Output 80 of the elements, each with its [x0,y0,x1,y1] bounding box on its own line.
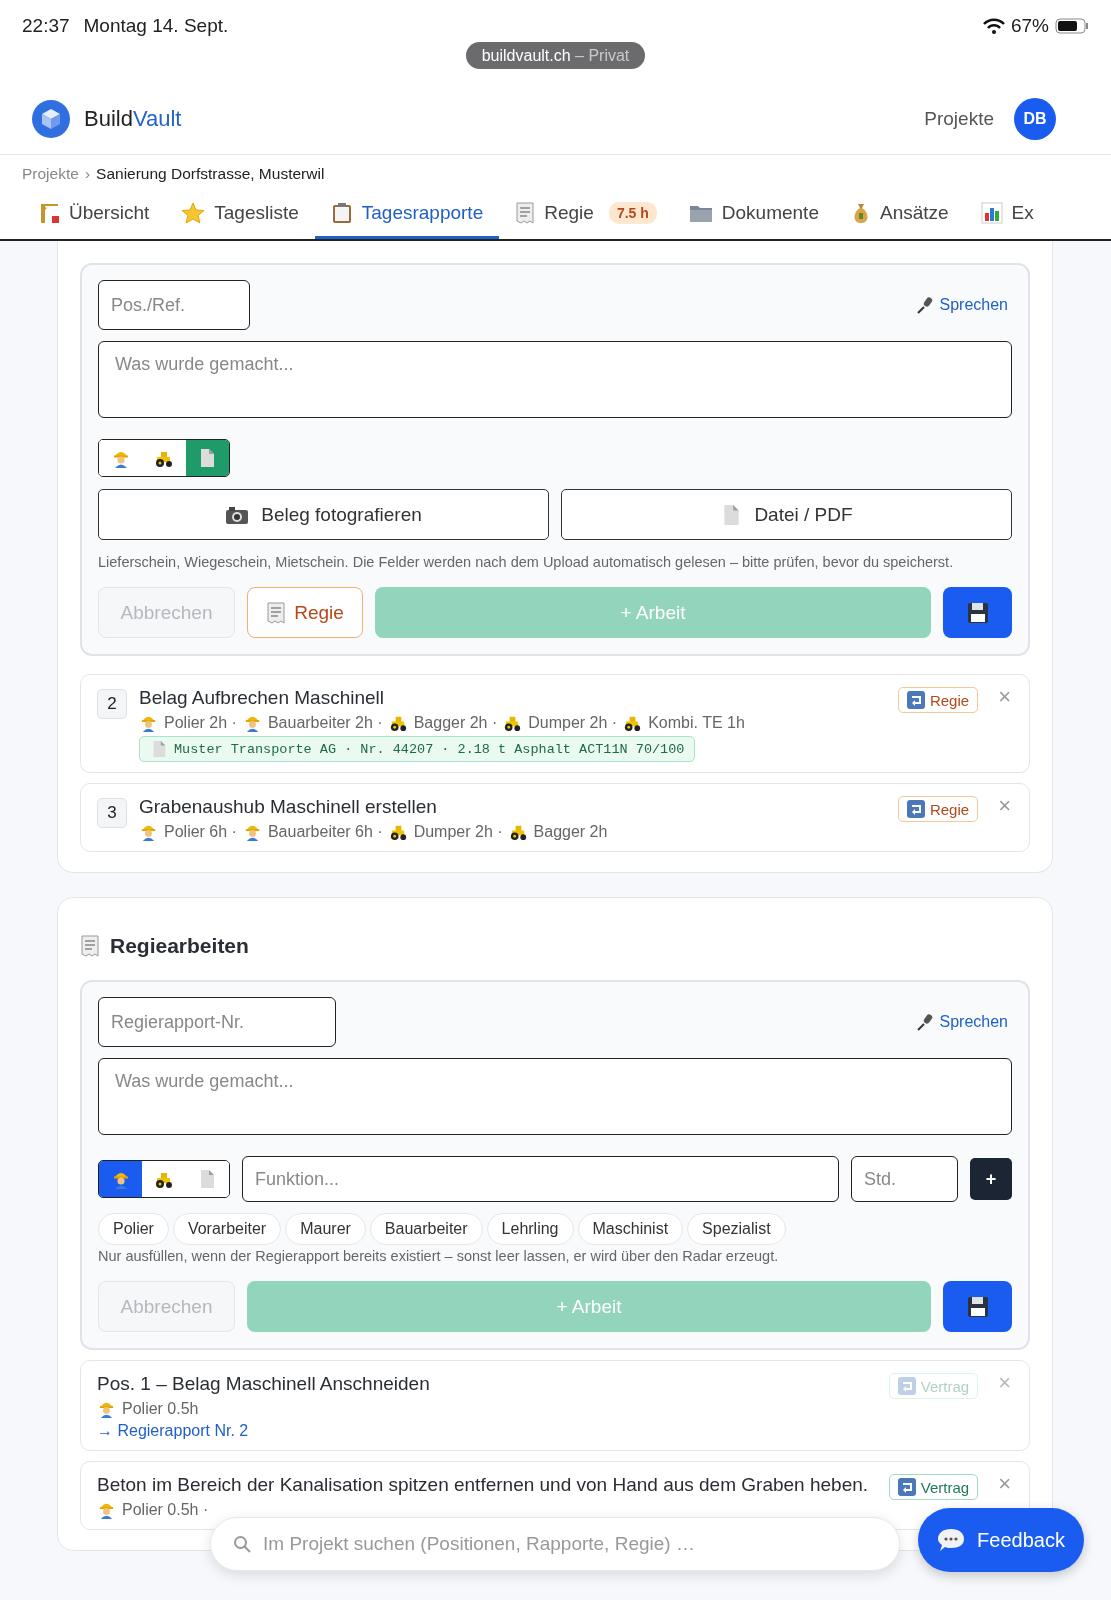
resource-text: Polier 0.5h · [122,1500,209,1519]
tab[interactable]: Ansätze [834,189,965,239]
receipt-icon [515,201,536,224]
section-title: Regiearbeiten [110,934,249,958]
entry-title: Grabenaushub Maschinell erstellen [139,796,438,818]
role-chip[interactable]: Maurer [285,1213,366,1245]
star-icon [181,201,206,224]
receipt-icon [266,601,287,624]
regie-toggle[interactable]: Regie [897,687,979,713]
receipt-icon [80,935,100,957]
regie-toggle[interactable]: Regie [897,796,979,822]
bar-chart-icon [980,201,1003,224]
tab[interactable]: Ex [964,189,1050,239]
tab[interactable]: Tagesliste [165,189,315,239]
entry-title: Beton im Bereich der Kanalisation spitzen entfernen und von Hand aus dem Graben heben. [97,1474,870,1496]
feedback-button[interactable]: Feedback [918,1508,1084,1572]
reference-field[interactable]: Regierapport-Nr. [98,997,336,1047]
description-field[interactable]: Was wurde gemacht... [98,341,1012,418]
mode-option[interactable] [142,440,186,476]
save-button[interactable] [943,1281,1012,1332]
resource-text: Dumper 2h · [528,713,618,732]
role-chip[interactable]: Bauarbeiter [369,1213,483,1245]
receipt-chip: Muster Transporte AG · Nr. 44207 · 2.18 t Asphalt ACT11N 70/100 [139,736,696,762]
file-button[interactable]: Datei / PDF [561,489,1012,540]
resource-text: Polier 6h · [164,822,237,841]
crane-icon [38,201,60,224]
position-number: 2 [97,689,127,719]
role-chip[interactable]: Spezialist [687,1213,786,1245]
function-field[interactable]: Funktion... [242,1156,839,1202]
entry-title: Pos. 1 – Belag Maschinell Anschneiden [97,1373,431,1395]
role-chip[interactable]: Polier [98,1213,169,1245]
microphone-icon [915,1013,934,1031]
tab[interactable]: Dokumente [672,189,835,239]
brand-name[interactable]: BuildVault [84,106,182,132]
add-button[interactable]: + [970,1158,1012,1200]
clock-time: 22:37 [22,15,70,37]
resource-text: Bauarbeiter 2h · [267,713,383,732]
mode-option[interactable] [142,1161,186,1197]
entry-title: Belag Aufbrechen Maschinell [139,687,386,709]
save-button[interactable] [943,587,1012,638]
reference-field[interactable]: Pos./Ref. [98,280,250,330]
date: Montag 14. Sept. [83,15,229,37]
hint-text: Lieferschein, Wiegeschein, Mietschein. Die Felder werden nach dem Upload automatisch gelesen – bitte prüfen, bevor du speicherst. [98,554,955,570]
tab[interactable]: Regie 7.5 h [499,189,673,239]
resource-text: Polier 2h · [164,713,237,732]
role-chip[interactable]: Vorarbeiter [172,1213,282,1245]
speak-link[interactable]: Sprechen [915,296,1008,314]
battery-icon [1055,18,1089,34]
resource-text: Bagger 2h [533,822,608,841]
description-field[interactable]: Was wurde gemacht... [98,1058,1012,1135]
role-chip[interactable]: Lehrling [486,1213,574,1245]
resource-text: Bagger 2h · [413,713,498,732]
cube-logo-icon [32,100,70,138]
breadcrumb-separator: › [84,165,91,184]
speak-link[interactable]: Sprechen [915,1013,1008,1031]
nav-link[interactable]: Projekte [924,108,994,130]
resource-text: Dumper 2h · [413,822,503,841]
breadcrumb-link[interactable]: Projekte [22,165,79,185]
microphone-icon [915,296,934,314]
camera-icon [225,504,250,525]
wifi-icon [982,18,1005,34]
chat-bubble-icon [937,1527,966,1553]
photo-button[interactable]: Beleg fotografieren [98,489,549,540]
clipboard-icon [330,201,353,224]
battery-percentage: 67% [1010,15,1049,37]
regie-button[interactable]: Regie [247,587,363,638]
breadcrumb-current: Sanierung Dorfstrasse, Musterwil [96,165,325,184]
resource-text: Kombi. TE 1h [648,713,745,732]
tab[interactable]: Übersicht [22,189,166,239]
role-chip[interactable]: Maschinist [577,1213,684,1245]
contract-toggle[interactable]: Vertrag [888,1474,979,1500]
hours-badge: 7.5 h [608,201,657,224]
search-icon [233,1535,251,1553]
hint-text: Nur ausfüllen, wenn der Regierapport bereits existiert – sonst leer lassen, er wird über den Radar erzeugt. [98,1248,780,1264]
user-avatar[interactable]: DB [1014,98,1056,140]
position-number: 3 [97,798,127,828]
hours-field[interactable]: Std. [851,1156,958,1202]
resource-text: Bauarbeiter 6h · [267,822,383,841]
url-pill[interactable]: buildvault.ch – Privat [465,42,646,69]
resource-text: Polier 0.5h [122,1399,199,1418]
